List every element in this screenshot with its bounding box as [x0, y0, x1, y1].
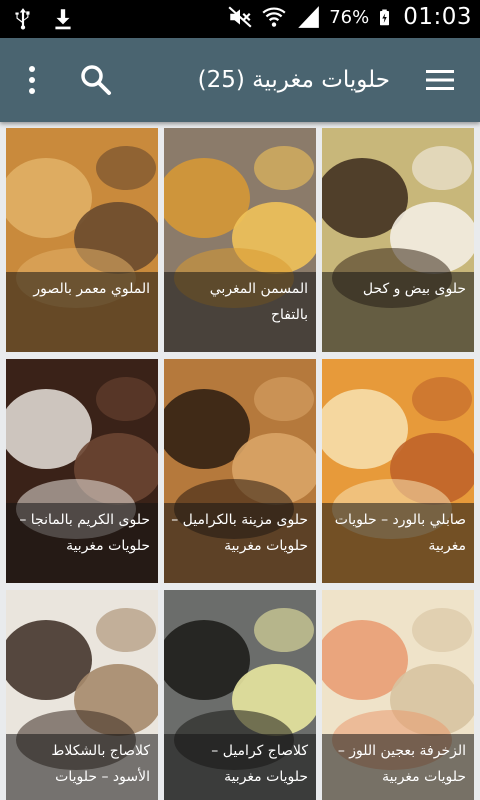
recipe-title: حلوى بيض و كحل	[322, 272, 474, 352]
recipe-title: الزخرفة بعجين اللوز – حلويات مغربية	[322, 734, 474, 800]
mute-icon	[228, 6, 252, 28]
recipe-tile[interactable]: الملوي معمر بالصور	[6, 128, 158, 352]
recipe-title: الملوي معمر بالصور	[6, 272, 158, 352]
page-title: حلويات مغربية (25)	[197, 67, 390, 93]
recipe-title: حلوى الكريم بالمانجا – حلويات مغربية	[6, 503, 158, 583]
recipe-tile[interactable]: حلوى مزينة بالكراميل – حلويات مغربية	[164, 359, 316, 583]
search-icon[interactable]	[78, 62, 114, 98]
recipe-tile[interactable]: كلاصاج بالشكلاط الأسود – حلويات	[6, 590, 158, 800]
battery-percent: 76%	[329, 6, 370, 28]
battery-charging-icon	[380, 9, 390, 26]
recipe-title: كلاصاج كراميل – حلويات مغربية	[164, 734, 316, 800]
download-icon	[55, 9, 71, 30]
recipe-tile[interactable]: حلوى بيض و كحل	[322, 128, 474, 352]
recipe-tile[interactable]: صابلي بالورد – حلويات مغربية	[322, 359, 474, 583]
wifi-icon	[262, 7, 286, 27]
clock: 01:03	[403, 4, 472, 30]
recipe-title: صابلي بالورد – حلويات مغربية	[322, 503, 474, 583]
recipe-title: كلاصاج بالشكلاط الأسود – حلويات	[6, 734, 158, 800]
recipe-tile[interactable]: كلاصاج كراميل – حلويات مغربية	[164, 590, 316, 800]
status-bar: 76% 01:03	[0, 0, 480, 38]
signal-icon	[298, 6, 320, 28]
recipe-tile[interactable]: المسمن المغربي بالتفاح	[164, 128, 316, 352]
menu-icon[interactable]	[424, 64, 456, 96]
recipe-title: حلوى مزينة بالكراميل – حلويات مغربية	[164, 503, 316, 583]
status-left	[10, 6, 76, 32]
recipe-title: المسمن المغربي بالتفاح	[164, 272, 316, 352]
app-bar: حلويات مغربية (25)	[0, 38, 480, 122]
status-right: 76% 01:03	[227, 4, 472, 30]
recipe-tile[interactable]: الزخرفة بعجين اللوز – حلويات مغربية	[322, 590, 474, 800]
overflow-icon[interactable]	[20, 62, 44, 98]
usb-icon	[15, 8, 30, 30]
recipe-tile[interactable]: حلوى الكريم بالمانجا – حلويات مغربية	[6, 359, 158, 583]
recipe-grid: حلوى بيض و كحل المسمن المغربي بالتفاح المل…	[0, 122, 480, 800]
